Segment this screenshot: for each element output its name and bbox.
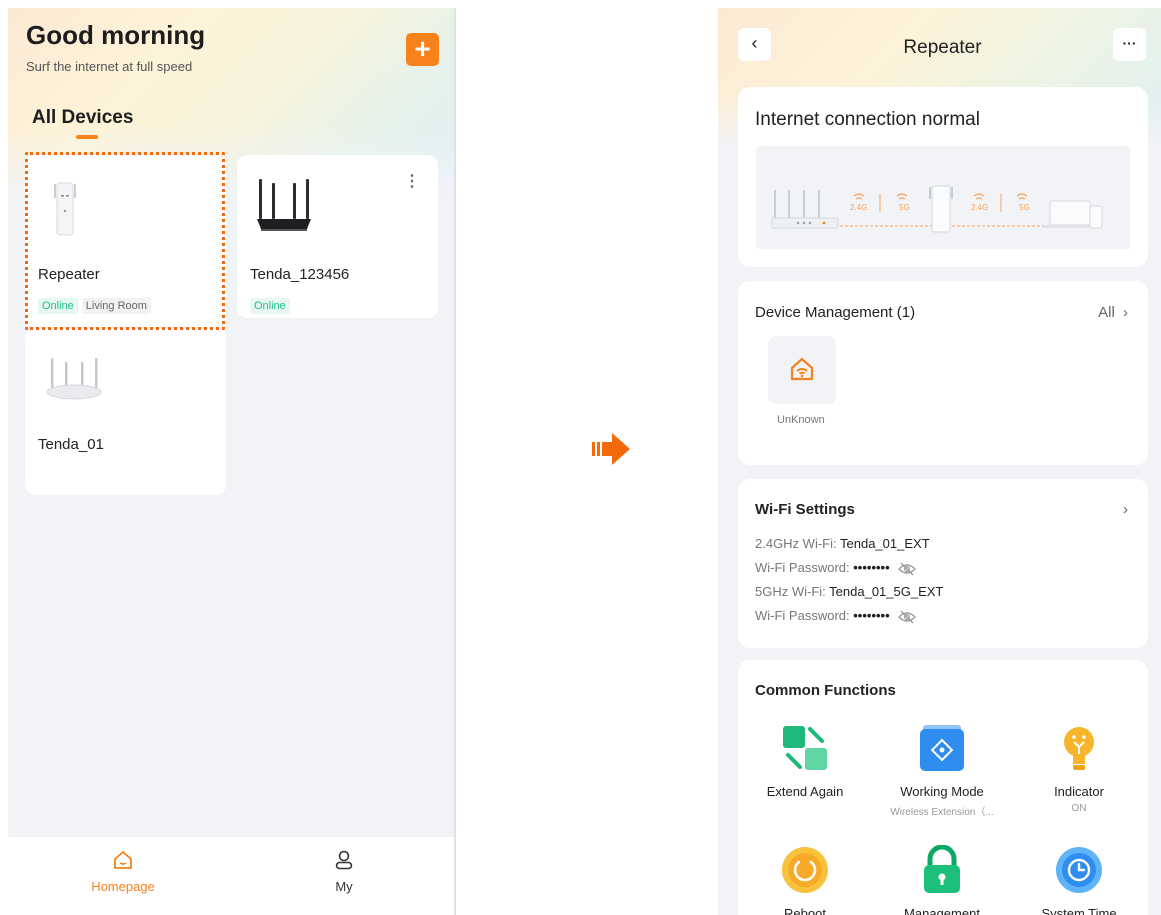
device-management-title: Device Management (1) (755, 304, 916, 321)
function-sub-label: Wireless Extension（... (890, 807, 994, 818)
password-label: Wi-Fi Password: (755, 608, 850, 623)
eye-off-icon[interactable] (898, 562, 917, 576)
wifi-5g-password-line: Wi-Fi Password: •••••••• (755, 608, 917, 624)
password-label: Wi-Fi Password: (755, 560, 850, 575)
function-management[interactable]: Management (877, 845, 1007, 915)
band-label: 2.4G (971, 203, 989, 212)
add-device-button[interactable]: + (406, 33, 439, 66)
page-title: Repeater (903, 37, 982, 58)
light-bulb-icon (1064, 727, 1094, 770)
common-functions-title: Common Functions (755, 682, 896, 699)
device-card-tenda-123456[interactable]: ⋮ Tenda_123456 Online (237, 155, 438, 318)
wifi-settings-panel[interactable]: Wi-Fi Settings › 2.4GHz Wi-Fi: Tenda_01_… (738, 479, 1148, 648)
device-tags: Online (250, 296, 294, 314)
greeting-subtitle: Surf the internet at full speed (26, 59, 193, 74)
home-icon (114, 851, 132, 869)
topology-drawing (771, 185, 1103, 233)
device-card-tenda-01[interactable]: Tenda_01 (25, 328, 226, 495)
view-all-label: All (1098, 304, 1115, 321)
function-label: Reboot (784, 906, 826, 915)
repeater-detail-screen: ‹ Repeater ··· Internet connection norma… (718, 8, 1161, 915)
function-label: System Time (1041, 906, 1117, 915)
lock-icon (924, 845, 960, 893)
wifi-24g-label: 2.4GHz Wi-Fi: (755, 536, 837, 551)
extend-again-icon (783, 726, 827, 770)
selection-highlight (25, 152, 225, 330)
function-label: Management (904, 906, 980, 915)
function-reboot[interactable]: Reboot (740, 845, 870, 915)
network-topology-diagram: 2.4G 5G 2.4G 5G (756, 146, 1130, 249)
greeting-title: Good morning (26, 20, 206, 50)
status-badge: Online (250, 298, 290, 314)
band-label: 5G (899, 203, 910, 212)
tab-my[interactable]: My (274, 849, 414, 894)
wifi-24g-ssid: Tenda_01_EXT (840, 536, 930, 551)
tab-label: Homepage (91, 879, 155, 894)
tab-homepage[interactable]: Homepage (53, 849, 193, 894)
wifi-24g-line: 2.4GHz Wi-Fi: Tenda_01_EXT (755, 536, 930, 551)
connection-status-text: Internet connection normal (755, 109, 980, 130)
eye-off-icon[interactable] (898, 610, 917, 624)
clock-icon (1056, 847, 1102, 893)
function-system-time[interactable]: System Time (1014, 845, 1144, 915)
band-label: 2.4G (850, 203, 868, 212)
connection-status-panel: Internet connection normal 2.4G 5G 2.4G … (738, 87, 1148, 267)
wifi-24g-password-line: Wi-Fi Password: •••••••• (755, 560, 917, 576)
wifi-5g-label: 5GHz Wi-Fi: (755, 584, 826, 599)
bottom-tab-bar: Homepage My (8, 837, 454, 915)
tab-label: My (335, 879, 353, 894)
function-sub-label: ON (1071, 803, 1087, 814)
wifi-settings-title: Wi-Fi Settings (755, 501, 855, 518)
function-label: Extend Again (766, 784, 844, 799)
wifi-5g-ssid: Tenda_01_5G_EXT (829, 584, 944, 599)
reboot-icon (782, 847, 828, 893)
function-indicator[interactable]: Indicator ON (1014, 723, 1144, 814)
function-label: Working Mode (900, 784, 984, 799)
function-extend-again[interactable]: Extend Again (740, 723, 870, 799)
transition-arrow-icon (592, 433, 630, 465)
router-black-icon (257, 179, 311, 231)
router-white-icon (46, 358, 102, 400)
password-value: •••••••• (853, 608, 890, 623)
band-label: 5G (1019, 203, 1030, 212)
device-name: Tenda_01 (38, 436, 104, 453)
working-mode-icon (920, 725, 964, 771)
section-underline (76, 135, 98, 139)
client-device-tile[interactable] (768, 336, 836, 404)
home-wifi-icon (790, 357, 814, 381)
device-name: Tenda_123456 (250, 266, 350, 283)
chevron-right-icon: › (1123, 304, 1128, 321)
chevron-right-icon: › (1123, 501, 1128, 518)
function-working-mode[interactable]: Working Mode Wireless Extension（... (877, 723, 1007, 818)
password-value: •••••••• (853, 560, 890, 575)
more-options-button[interactable]: ··· (1113, 28, 1146, 61)
home-screen: Good morning Surf the internet at full s… (8, 8, 456, 915)
view-all-link[interactable]: All › (1098, 304, 1128, 321)
device-more-icon[interactable]: ⋮ (404, 171, 420, 191)
common-functions-panel: Common Functions Extend Again Working Mo… (738, 660, 1148, 915)
client-device-label: UnKnown (777, 414, 825, 426)
device-management-panel: Device Management (1) All › UnKnown (738, 281, 1148, 465)
wifi-5g-line: 5GHz Wi-Fi: Tenda_01_5G_EXT (755, 584, 943, 599)
function-label: Indicator (1054, 784, 1104, 799)
user-icon (335, 850, 353, 870)
all-devices-heading: All Devices (32, 107, 134, 128)
